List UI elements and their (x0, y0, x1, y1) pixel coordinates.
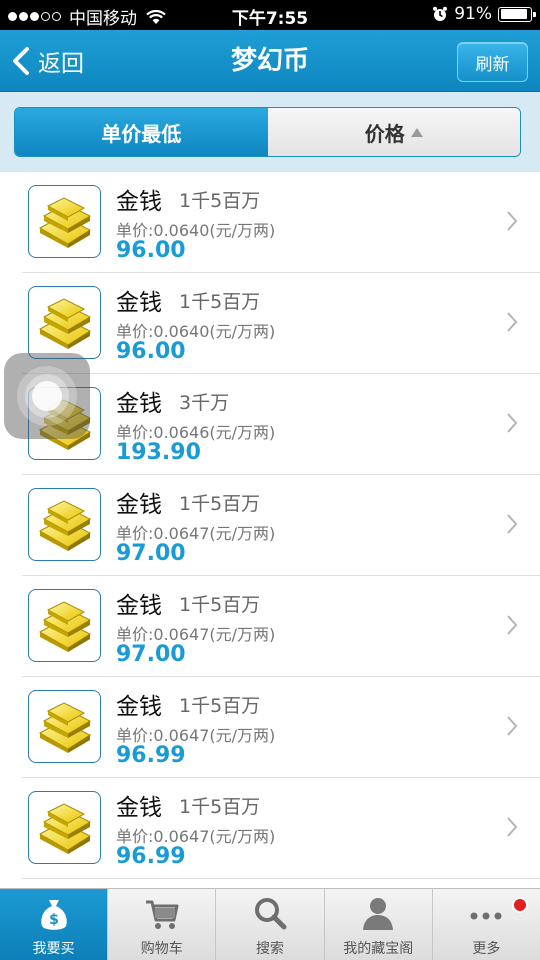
chevron-right-icon (507, 413, 518, 433)
gold-bars-icon (28, 185, 101, 258)
chevron-right-icon (507, 716, 518, 736)
item-price: 193.90 (116, 440, 201, 465)
item-quantity: 1千5百万 (179, 796, 261, 818)
item-name: 金钱 (116, 189, 162, 215)
battery-fill (500, 9, 527, 19)
sort-tab-unit-price[interactable]: 单价最低 (15, 108, 268, 156)
chevron-right-icon (507, 211, 518, 231)
chevron-right-icon (507, 312, 518, 332)
item-quantity: 1千5百万 (179, 291, 261, 313)
battery-icon (498, 6, 536, 22)
list-item[interactable]: 金钱 1千5百万 单价:0.0640(元/万两) 96.00 (22, 273, 540, 374)
tab-label: 更多 (472, 941, 501, 957)
tab-bar: $ 我要买 购物车 搜索 我的藏宝阁 更多 (0, 888, 540, 960)
item-quantity: 1千5百万 (179, 493, 261, 515)
list-item[interactable]: 金钱 1千5百万 单价:0.0647(元/万两) 96.99 (22, 677, 540, 778)
cart-icon (145, 900, 179, 929)
notification-badge (512, 897, 529, 913)
tab-label: 我的藏宝阁 (343, 941, 414, 957)
gold-bars-icon (28, 690, 101, 763)
money-bag-icon: $ (40, 900, 67, 930)
item-name: 金钱 (116, 492, 162, 518)
tab-buy[interactable]: $ 我要买 (0, 889, 109, 960)
item-name: 金钱 (116, 290, 162, 316)
item-price: 96.00 (116, 339, 186, 364)
item-price: 96.99 (116, 743, 186, 768)
item-price: 96.00 (116, 238, 186, 263)
tab-label: 搜索 (256, 941, 284, 957)
back-button[interactable]: 返回 (10, 30, 84, 92)
user-icon (363, 898, 394, 930)
sort-bar: 单价最低 价格 (0, 92, 540, 172)
refresh-button[interactable]: 刷新 (457, 42, 528, 82)
chevron-right-icon (507, 817, 518, 837)
sort-tab-label: 价格 (364, 121, 405, 146)
list-item[interactable]: 金钱 1千5百万 单价:0.0647(元/万两) 97.00 (22, 475, 540, 576)
list-item[interactable]: 金钱 3千万 单价:0.0646(元/万两) 193.90 (22, 374, 540, 475)
sort-arrow-up-icon (410, 127, 423, 137)
item-quantity: 1千5百万 (179, 594, 261, 616)
status-bar: 中国移动 下午7:55 91% (0, 0, 540, 30)
sort-segment: 单价最低 价格 (14, 107, 521, 157)
sort-tab-label: 单价最低 (101, 121, 182, 146)
tab-search[interactable]: 搜索 (216, 889, 325, 960)
svg-text:$: $ (49, 912, 59, 928)
tab-more[interactable]: 更多 (433, 889, 540, 960)
item-price: 96.99 (116, 844, 186, 869)
list-item[interactable]: 金钱 1千5百万 单价:0.0647(元/万两) 97.00 (22, 576, 540, 677)
gold-bars-icon (28, 791, 101, 864)
item-quantity: 1千5百万 (179, 190, 261, 212)
item-price: 97.00 (116, 642, 186, 667)
item-name: 金钱 (116, 694, 162, 720)
chevron-right-icon (507, 615, 518, 635)
nav-bar: 返回 梦幻币 刷新 (0, 30, 540, 92)
item-price: 97.00 (116, 541, 186, 566)
more-icon (470, 912, 502, 920)
tab-label: 购物车 (140, 941, 183, 957)
item-name: 金钱 (116, 795, 162, 821)
gold-bars-icon (28, 286, 101, 359)
gold-bars-icon (28, 589, 101, 662)
gold-bars-icon (28, 488, 101, 561)
item-name: 金钱 (116, 391, 162, 417)
search-icon (255, 898, 287, 930)
battery-percent: 91% (454, 4, 492, 24)
chevron-left-icon (13, 47, 29, 75)
item-list: 金钱 1千5百万 单价:0.0640(元/万两) 96.00 金钱 1千5百万 … (0, 172, 540, 879)
tab-cart[interactable]: 购物车 (108, 889, 217, 960)
list-item[interactable]: 金钱 1千5百万 单价:0.0640(元/万两) 96.00 (22, 172, 540, 273)
status-right: 91% (432, 4, 536, 24)
tab-label: 我要买 (32, 941, 75, 957)
back-label: 返回 (38, 51, 84, 77)
list-item[interactable]: 金钱 1千5百万 单价:0.0647(元/万两) 96.99 (22, 778, 540, 879)
chevron-right-icon (507, 514, 518, 534)
item-name: 金钱 (116, 593, 162, 619)
item-quantity: 1千5百万 (179, 695, 261, 717)
assistive-touch-button[interactable] (4, 353, 90, 439)
alarm-icon (433, 6, 448, 21)
tab-my-treasure[interactable]: 我的藏宝阁 (325, 889, 433, 960)
sort-tab-price[interactable]: 价格 (267, 108, 520, 156)
item-quantity: 3千万 (179, 392, 230, 414)
